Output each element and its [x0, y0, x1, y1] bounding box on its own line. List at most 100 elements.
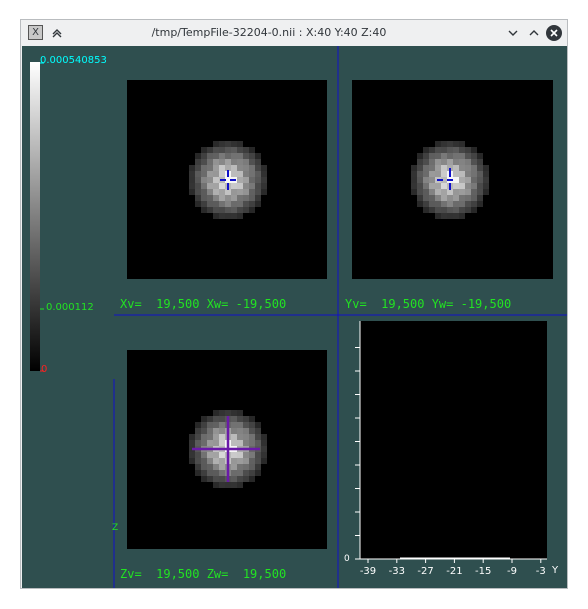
blob-pixel — [483, 189, 489, 195]
blob-pixel — [195, 153, 201, 159]
blob-pixel — [243, 476, 249, 482]
blob-pixel — [261, 434, 267, 440]
blob-pixel — [261, 165, 267, 171]
blob-pixel — [429, 183, 435, 189]
blob-pixel — [471, 207, 477, 213]
blob-pixel — [243, 201, 249, 207]
viewer-canvas[interactable]: 0.000540853 0.000112 0 Xv= 19,500 Xw= -1… — [22, 46, 567, 588]
blob-pixel — [471, 159, 477, 165]
x-app-icon[interactable]: X — [28, 25, 43, 40]
blob-pixel — [213, 458, 219, 464]
blob-pixel — [225, 410, 231, 416]
colorbar-max-label: 0.000540853 — [40, 55, 107, 66]
blob-pixel — [237, 201, 243, 207]
blob-pixel — [243, 416, 249, 422]
blob-pixel — [465, 195, 471, 201]
close-icon[interactable] — [545, 24, 563, 42]
blob-pixel — [255, 422, 261, 428]
blob-pixel — [225, 141, 231, 147]
blob-pixel — [207, 416, 213, 422]
blob-pixel — [471, 171, 477, 177]
blob-pixel — [219, 452, 225, 458]
blob-pixel — [447, 201, 453, 207]
blob-pixel — [261, 446, 267, 452]
title-bar[interactable]: X /tmp/TempFile-32204-0.nii : X:40 Y:40 … — [21, 20, 567, 46]
blob-pixel — [225, 195, 231, 201]
blob-pixel — [213, 177, 219, 183]
blob-pixel — [189, 440, 195, 446]
blob-pixel — [429, 159, 435, 165]
blob-pixel — [453, 159, 459, 165]
blob-pixel — [207, 165, 213, 171]
profile-axis-label: Y — [552, 565, 559, 576]
blob-pixel — [417, 201, 423, 207]
blob-pixel — [483, 165, 489, 171]
blob-pixel — [213, 213, 219, 219]
blob-pixel — [231, 464, 237, 470]
blob-pixel — [195, 177, 201, 183]
blob-pixel — [441, 153, 447, 159]
blob-pixel — [231, 476, 237, 482]
blob-pixel — [189, 189, 195, 195]
blob-pixel — [243, 458, 249, 464]
blob-pixel — [219, 458, 225, 464]
blob-pixel — [459, 213, 465, 219]
blob-pixel — [447, 195, 453, 201]
blob-pixel — [435, 213, 441, 219]
blob-pixel — [201, 147, 207, 153]
blob-pixel — [237, 183, 243, 189]
blob-pixel — [207, 428, 213, 434]
blob-pixel — [231, 147, 237, 153]
blob-pixel — [441, 207, 447, 213]
blob-pixel — [255, 171, 261, 177]
blob-pixel — [225, 482, 231, 488]
blob-pixel — [255, 183, 261, 189]
blob-pixel — [477, 177, 483, 183]
blob-pixel — [429, 147, 435, 153]
blob-pixel — [213, 422, 219, 428]
blob-pixel — [225, 159, 231, 165]
blob-pixel — [201, 416, 207, 422]
blob-pixel — [435, 141, 441, 147]
maximize-icon[interactable] — [526, 25, 542, 41]
blob-pixel — [207, 207, 213, 213]
blob-pixel — [207, 159, 213, 165]
minimize-icon[interactable] — [505, 25, 521, 41]
blob-pixel — [255, 428, 261, 434]
blob-pixel — [201, 171, 207, 177]
blob-pixel — [201, 422, 207, 428]
blob-pixel — [255, 159, 261, 165]
blob-pixel — [213, 410, 219, 416]
blob-pixel — [243, 428, 249, 434]
blob-pixel — [423, 147, 429, 153]
blob-pixel — [219, 470, 225, 476]
blob-pixel — [471, 165, 477, 171]
blob-pixel — [231, 141, 237, 147]
blob-pixel — [195, 428, 201, 434]
blob-pixel — [261, 177, 267, 183]
blob-pixel — [435, 189, 441, 195]
blob-pixel — [237, 147, 243, 153]
blob-pixel — [231, 153, 237, 159]
blob-pixel — [453, 177, 459, 183]
blob-pixel — [249, 422, 255, 428]
blob-pixel — [441, 213, 447, 219]
blob-pixel — [213, 452, 219, 458]
blob-pixel — [453, 195, 459, 201]
z-view-coords: Zv= 19,500 Zw= 19,500 — [120, 567, 287, 581]
blob-pixel — [189, 183, 195, 189]
blob-pixel — [261, 171, 267, 177]
blob-pixel — [471, 183, 477, 189]
blob-pixel — [471, 147, 477, 153]
blob-pixel — [195, 159, 201, 165]
blob-pixel — [213, 159, 219, 165]
blob-pixel — [219, 171, 225, 177]
blob-pixel — [459, 147, 465, 153]
blob-pixel — [249, 171, 255, 177]
profile-x-tick-label: -39 — [359, 566, 377, 577]
blob-pixel — [213, 153, 219, 159]
blob-pixel — [219, 416, 225, 422]
blob-pixel — [237, 434, 243, 440]
blob-pixel — [219, 410, 225, 416]
blob-pixel — [477, 201, 483, 207]
